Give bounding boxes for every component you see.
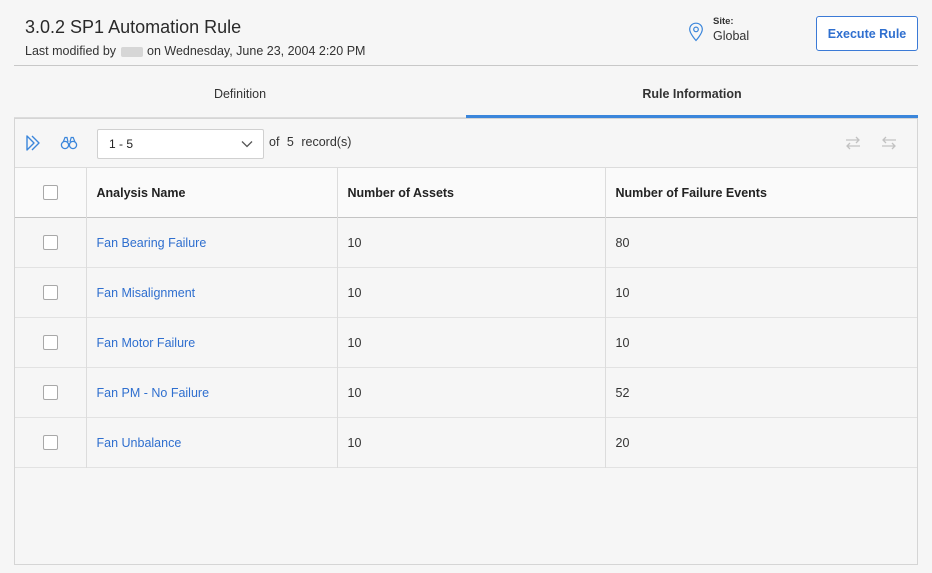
column-header-number-of-assets[interactable]: Number of Assets [337,167,606,218]
location-pin-icon [689,22,703,42]
number-of-assets-cell: 10 [337,317,606,368]
records-panel: 1 - 5 of 5 record(s) Analysis Name Numbe… [14,118,918,565]
number-of-assets-cell: 10 [337,367,606,418]
expand-icon[interactable] [25,134,43,152]
site-label: Site: [713,16,734,27]
column-header-number-of-failure-events[interactable]: Number of Failure Events [605,168,917,218]
number-of-failure-events-cell: 10 [615,335,630,350]
row-checkbox[interactable] [42,335,58,351]
analysis-name-cell: Fan PM - No Failure [86,367,338,418]
analysis-name-link[interactable]: Fan PM - No Failure [97,386,210,400]
record-count-text: of 5 record(s) [269,135,351,149]
tab-bar: Definition Rule Information [14,76,918,119]
select-all-checkbox[interactable] [42,185,58,201]
records-label: record(s) [301,135,352,149]
swap-reverse-icon[interactable] [880,134,898,152]
table-row: Fan Bearing Failure 10 80 [15,217,917,268]
table-row: Fan PM - No Failure 10 52 [15,367,917,418]
last-modified-text: Last modified by on Wednesday, June 23, … [25,44,365,58]
redacted-username [120,46,143,57]
of-label: of [269,135,280,149]
execute-rule-button[interactable]: Execute Rule [816,16,918,51]
tab-rule-information[interactable]: Rule Information [466,76,918,119]
table-row: Fan Unbalance 10 20 [15,417,917,468]
number-of-failure-events-cell: 20 [615,435,630,450]
table-row: Fan Misalignment 10 10 [15,267,917,318]
number-of-failure-events-cell: 52 [615,385,630,400]
page-range-value: 1 - 5 [109,137,134,151]
number-of-failure-events-cell: 10 [615,285,630,300]
select-all-cell [15,167,87,218]
analysis-name-link[interactable]: Fan Misalignment [97,286,196,300]
row-select-cell [15,417,87,468]
row-checkbox[interactable] [42,235,58,251]
row-checkbox[interactable] [42,435,58,451]
row-select-cell [15,317,87,368]
row-select-cell [15,217,87,268]
analysis-name-cell: Fan Unbalance [86,417,338,468]
modified-prefix: Last modified by [25,44,117,58]
number-of-assets-cell: 10 [337,267,606,318]
table-row: Fan Motor Failure 10 10 [15,317,917,368]
binoculars-icon[interactable] [60,134,78,152]
analysis-name-cell: Fan Misalignment [86,267,338,318]
grid-toolbar: 1 - 5 of 5 record(s) [15,119,917,167]
analysis-table: Analysis Name Number of Assets Number of… [15,167,917,468]
analysis-name-link[interactable]: Fan Bearing Failure [97,236,207,250]
analysis-name-cell: Fan Bearing Failure [86,217,338,268]
page-title: 3.0.2 SP1 Automation Rule [25,17,242,37]
number-of-assets-cell: 10 [337,217,606,268]
page-header: 3.0.2 SP1 Automation Rule Last modified … [14,0,918,66]
table-header-row: Analysis Name Number of Assets Number of… [15,167,917,218]
analysis-name-link[interactable]: Fan Motor Failure [97,336,196,350]
number-of-failure-events-cell: 80 [615,235,630,250]
row-select-cell [15,267,87,318]
page-range-select[interactable]: 1 - 5 [97,129,264,159]
column-header-analysis-name[interactable]: Analysis Name [86,167,338,218]
tab-definition[interactable]: Definition [14,76,466,118]
record-count: 5 [286,135,294,149]
analysis-name-cell: Fan Motor Failure [86,317,338,368]
modified-suffix: on Wednesday, June 23, 2004 2:20 PM [147,44,366,58]
row-checkbox[interactable] [42,385,58,401]
chevron-down-icon [241,141,253,148]
swap-icon[interactable] [844,134,862,152]
row-checkbox[interactable] [42,285,58,301]
analysis-name-link[interactable]: Fan Unbalance [97,436,182,450]
site-value: Global [713,29,750,43]
number-of-assets-cell: 10 [337,417,606,468]
row-select-cell [15,367,87,418]
